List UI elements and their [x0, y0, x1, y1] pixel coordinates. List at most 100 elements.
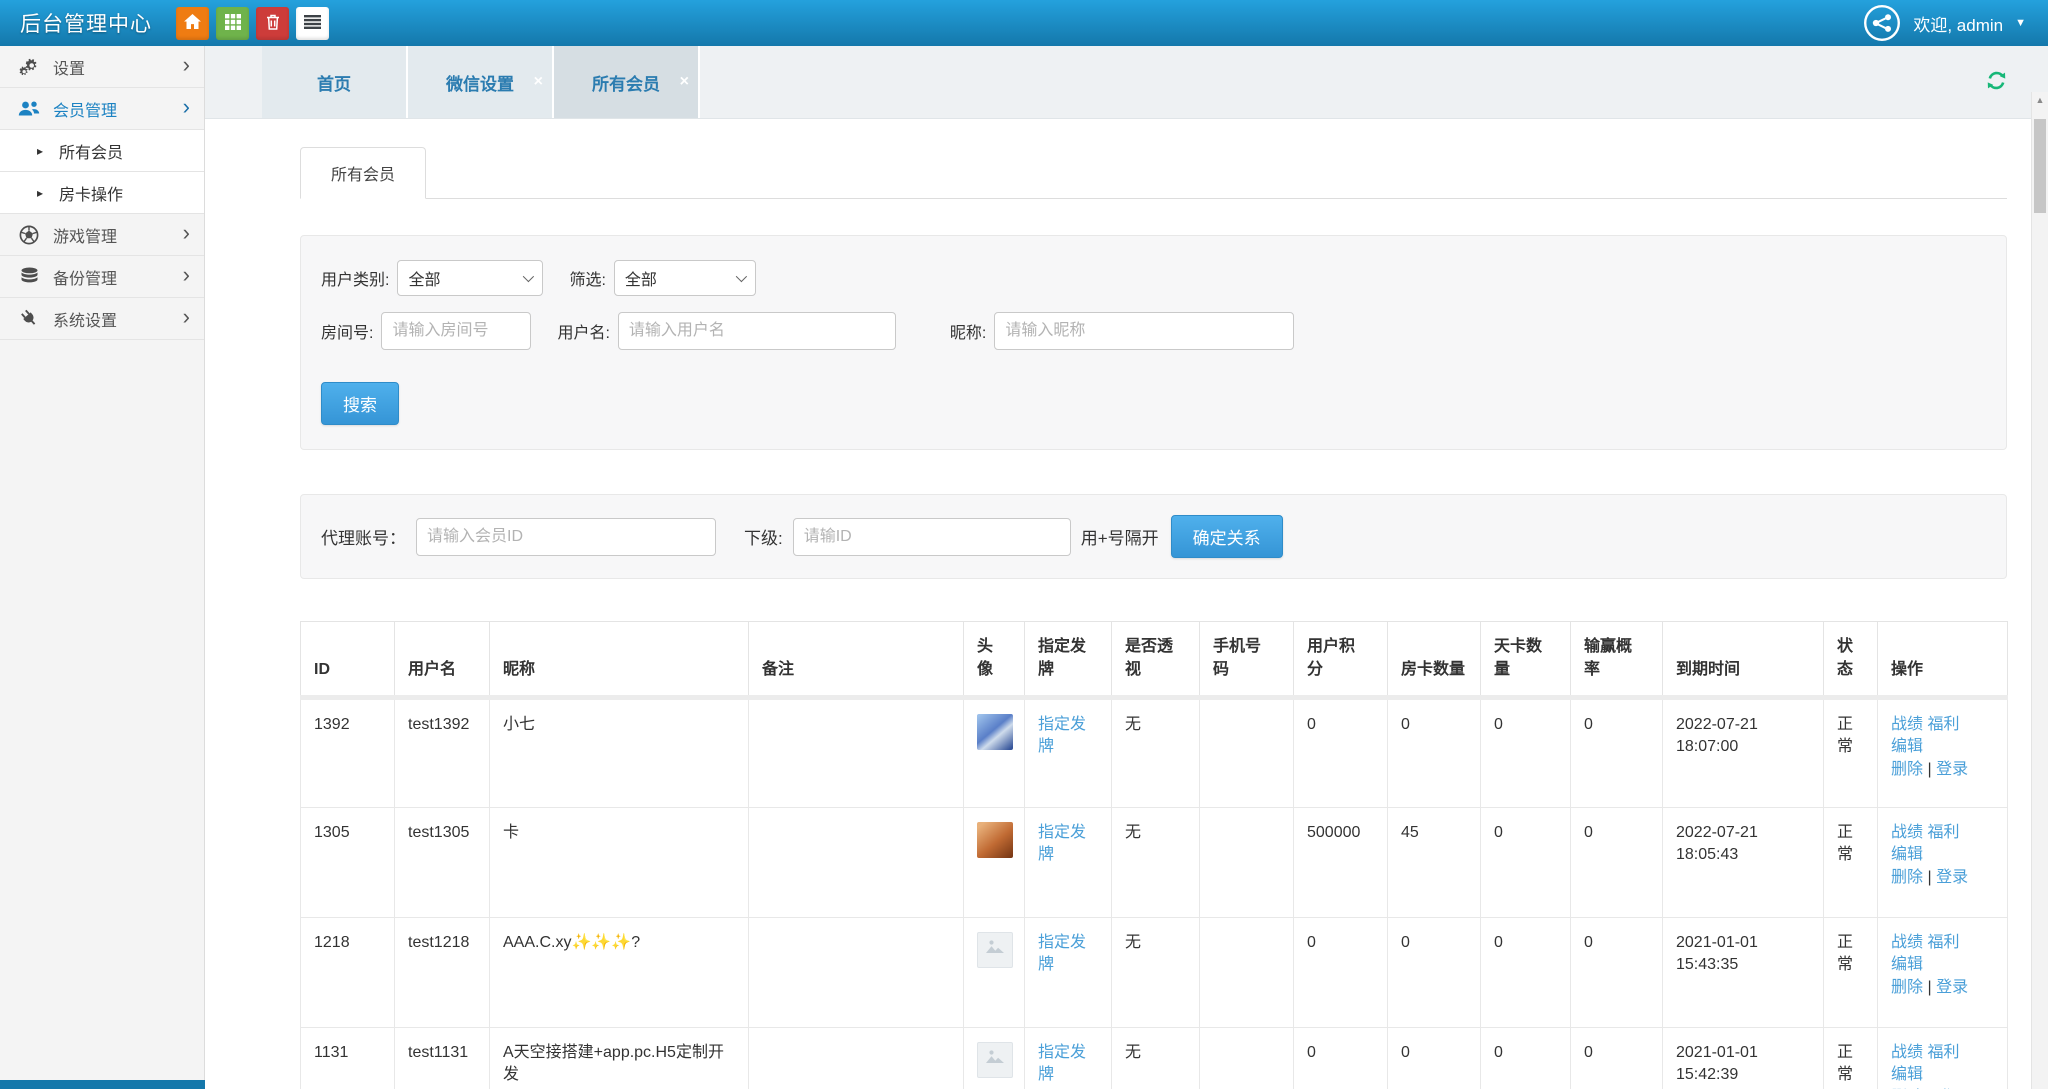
column-header: 手机号 码 — [1200, 622, 1294, 698]
sidebar-item[interactable]: 游戏管理› — [0, 214, 204, 256]
user-menu[interactable]: 欢迎, admin ▼ — [1863, 4, 2048, 42]
nickname-label: 昵称: — [950, 319, 986, 343]
sidebar-subitem[interactable]: ▸ 房卡操作 — [0, 172, 204, 214]
list-button[interactable] — [296, 7, 329, 40]
workspace-tab[interactable]: 所有会员 × — [554, 46, 700, 118]
tab-label: 所有会员 — [592, 70, 660, 95]
column-header: 用户积 分 — [1294, 622, 1388, 698]
chevron-right-icon: › — [183, 264, 190, 289]
table-row: 1305test1305卡指定发牌无50000045002022-07-21 1… — [301, 808, 2008, 918]
trash-icon — [266, 14, 280, 33]
user-type-value: 全部 — [408, 266, 440, 290]
assign-deal-link[interactable]: 指定发牌 — [1038, 1044, 1086, 1083]
sidebar-item[interactable]: 系统设置› — [0, 298, 204, 340]
action-record-link[interactable]: 战绩 — [1891, 824, 1923, 841]
table-header-row: ID用户名昵称备注头 像指定发 牌是否透 视手机号 码用户积 分房卡数量天卡数 … — [301, 622, 2008, 698]
action-login-link[interactable]: 登录 — [1936, 869, 1968, 886]
action-delete-link[interactable]: 删除 — [1891, 979, 1923, 996]
action-login-link[interactable]: 登录 — [1936, 979, 1968, 996]
trash-button[interactable] — [256, 7, 289, 40]
action-separator: | — [1923, 761, 1936, 778]
vertical-scrollbar[interactable]: ▲ — [2031, 92, 2048, 1089]
agent-account-label: 代理账号： — [321, 524, 406, 549]
home-button[interactable] — [176, 7, 209, 40]
column-header: 操作 — [1878, 622, 2008, 698]
close-tab-icon[interactable]: × — [534, 73, 543, 91]
action-welfare-link[interactable]: 福利 — [1927, 1044, 1959, 1061]
cell-remark — [749, 918, 964, 1028]
sidebar-item[interactable]: 备份管理› — [0, 256, 204, 298]
column-header: 用户名 — [395, 622, 490, 698]
action-welfare-link[interactable]: 福利 — [1927, 934, 1959, 951]
close-tab-icon[interactable]: × — [680, 73, 689, 91]
username-input[interactable] — [618, 312, 896, 350]
cell-day-cards: 0 — [1481, 808, 1571, 918]
action-edit-link[interactable]: 编辑 — [1891, 1066, 1923, 1083]
action-record-link[interactable]: 战绩 — [1891, 1044, 1923, 1061]
cell-status: 正常 — [1824, 808, 1878, 918]
action-record-link[interactable]: 战绩 — [1891, 934, 1923, 951]
agent-account-input[interactable] — [416, 518, 716, 556]
nickname-input[interactable] — [994, 312, 1294, 350]
cell-room-cards: 0 — [1388, 1028, 1481, 1089]
sidebar-menu: 设置›会员管理›▸所有会员▸房卡操作游戏管理›备份管理›系统设置› — [0, 46, 204, 340]
sidebar-subitem[interactable]: ▸所有会员 — [0, 130, 204, 172]
cell-status: 正常 — [1824, 918, 1878, 1028]
cell-points: 500000 — [1294, 808, 1388, 918]
home-icon — [184, 14, 201, 32]
workspace-tab[interactable]: 首页 — [262, 46, 408, 118]
cell-transparent: 无 — [1112, 1028, 1200, 1089]
action-delete-link[interactable]: 删除 — [1891, 761, 1923, 778]
action-welfare-link[interactable]: 福利 — [1927, 824, 1959, 841]
cell-actions: 战绩 福利编辑删除 | 登录 — [1878, 918, 2008, 1028]
action-record-link[interactable]: 战绩 — [1891, 716, 1923, 733]
sidebar: 设置›会员管理›▸所有会员▸房卡操作游戏管理›备份管理›系统设置› — [0, 46, 205, 1089]
column-header: 天卡数 量 — [1481, 622, 1571, 698]
scroll-up-arrow-icon[interactable]: ▲ — [2032, 92, 2048, 109]
subordinate-input[interactable] — [793, 518, 1071, 556]
assign-deal-link[interactable]: 指定发牌 — [1038, 934, 1086, 973]
action-edit-link[interactable]: 编辑 — [1891, 956, 1923, 973]
cell-assign-deal: 指定发牌 — [1025, 918, 1112, 1028]
sidebar-item-label: 设置 — [53, 55, 85, 79]
filter-select[interactable]: 全部 — [614, 260, 756, 296]
refresh-button[interactable] — [1979, 68, 2014, 96]
assign-deal-link[interactable]: 指定发牌 — [1038, 716, 1086, 755]
avatar-image — [977, 1042, 1013, 1078]
action-delete-link[interactable]: 删除 — [1891, 869, 1923, 886]
confirm-relation-button[interactable]: 确定关系 — [1171, 515, 1283, 558]
panel-tab-all-members[interactable]: 所有会员 — [300, 147, 426, 199]
cell-points: 0 — [1294, 698, 1388, 808]
subordinate-label: 下级: — [744, 524, 783, 549]
action-edit-link[interactable]: 编辑 — [1891, 738, 1923, 755]
sidebar-item[interactable]: 会员管理› — [0, 88, 204, 130]
action-welfare-link[interactable]: 福利 — [1927, 716, 1959, 733]
caret-right-icon: ▸ — [34, 186, 46, 200]
scrollbar-thumb[interactable] — [2034, 119, 2046, 213]
caret-down-icon: ▼ — [2015, 17, 2026, 29]
column-header: 状 态 — [1824, 622, 1878, 698]
workspace-tab[interactable]: 微信设置× — [408, 46, 554, 118]
action-login-link[interactable]: 登录 — [1936, 761, 1968, 778]
cell-username: test1131 — [395, 1028, 490, 1089]
search-button[interactable]: 搜索 — [321, 382, 399, 425]
cell-transparent: 无 — [1112, 918, 1200, 1028]
sidebar-item-label: 房卡操作 — [59, 181, 123, 205]
chevron-down-icon — [523, 271, 534, 282]
cell-phone — [1200, 918, 1294, 1028]
sidebar-item-label: 会员管理 — [53, 97, 117, 121]
action-edit-link[interactable]: 编辑 — [1891, 846, 1923, 863]
sidebar-item[interactable]: 设置› — [0, 46, 204, 88]
cell-id: 1218 — [301, 918, 395, 1028]
header-toolbar — [176, 7, 329, 40]
plug-icon — [18, 309, 40, 328]
cell-phone — [1200, 698, 1294, 808]
action-separator: | — [1923, 979, 1936, 996]
assign-deal-link[interactable]: 指定发牌 — [1038, 824, 1086, 863]
room-input[interactable] — [381, 312, 531, 350]
cell-remark — [749, 698, 964, 808]
user-type-select[interactable]: 全部 — [397, 260, 543, 296]
search-filter-box: 用户类别: 全部 筛选: 全部 房间号: 用户名: — [300, 235, 2007, 450]
grid-button[interactable] — [216, 7, 249, 40]
action-separator: | — [1923, 869, 1936, 886]
